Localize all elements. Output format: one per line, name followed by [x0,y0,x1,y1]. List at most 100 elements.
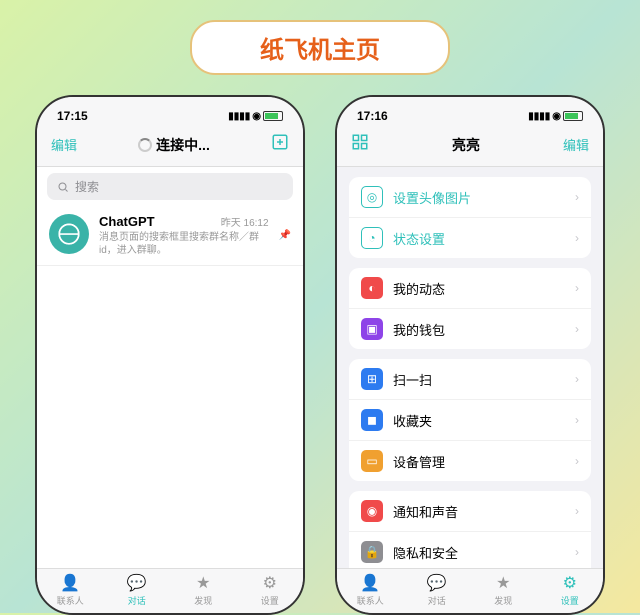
pin-icon: 📌 [279,230,291,241]
wifi-icon: ◉ [252,111,261,122]
contacts-icon: 👤 [60,573,80,593]
settings-row[interactable]: ◎ 设置头像图片 › [349,177,591,218]
tab-label: 发现 [494,594,512,607]
edit-button[interactable]: 编辑 [51,135,77,154]
tab-settings[interactable]: ⚙设置 [237,573,304,607]
settings-label: 扫一扫 [393,370,565,389]
compose-icon [271,133,289,151]
settings-row[interactable]: ◐ 我的动态 › [349,268,591,309]
settings-group: ◐ 我的动态 › ▣ 我的钱包 › [349,268,591,349]
chat-icon: 💬 [427,573,447,593]
tab-label: 设置 [261,594,279,607]
tab-bar: 👤联系人 💬对话 ★发现 ⚙设置 [337,568,603,613]
tab-contacts[interactable]: 👤联系人 [337,573,404,607]
settings-group: ◉通知和声音›🔒隐私和安全›≡数据和存储›◑外观› [349,491,591,568]
avatar [49,214,89,254]
camera-icon: ◎ [361,186,383,208]
settings-label: 状态设置 [393,229,565,248]
tab-chats[interactable]: 💬对话 [404,573,471,607]
phone-2: 17:16 ▮▮▮▮ ◉ 亮亮 编辑 ◎设置头像图片›◔状态设置›◐我的动态›▣… [335,95,605,615]
tab-discover[interactable]: ★发现 [470,573,537,607]
wifi-icon: ◉ [552,111,561,122]
chevron-right-icon: › [575,281,579,295]
settings-label: 我的钱包 [393,320,565,339]
status-icons: ▮▮▮▮ ◉ [228,111,283,122]
nav-bar: 亮亮 编辑 [337,127,603,167]
chat-row[interactable]: ChatGPT 昨天 16:12 消息页面的搜索框里搜索群名称／群 id，进入群… [37,206,303,266]
nav-title-text: 连接中... [156,135,210,155]
signal-icon: ▮▮▮▮ [228,111,250,122]
edit-button[interactable]: 编辑 [563,135,589,154]
page-title: 纸飞机主页 [190,20,450,75]
chevron-right-icon: › [575,413,579,427]
star-icon: ★ [196,573,210,593]
settings-row[interactable]: ◔ 状态设置 › [349,218,591,258]
chevron-right-icon: › [575,372,579,386]
settings-row[interactable]: ◼ 收藏夹 › [349,400,591,441]
tab-contacts[interactable]: 👤联系人 [37,573,104,607]
settings-label: 隐私和安全 [393,543,565,562]
phone-row: 17:15 ▮▮▮▮ ◉ 编辑 连接中... 搜索 ChatGP [30,95,610,615]
tab-label: 发现 [194,594,212,607]
chat-list[interactable]: ChatGPT 昨天 16:12 消息页面的搜索框里搜索群名称／群 id，进入群… [37,206,303,568]
chat-body: ChatGPT 昨天 16:12 消息页面的搜索框里搜索群名称／群 id，进入群… [99,214,269,257]
bookmark-icon: ◼ [361,409,383,431]
settings-group: ◎ 设置头像图片 › ◔ 状态设置 › [349,177,591,258]
settings-label: 通知和声音 [393,502,565,521]
chat-name: ChatGPT [99,214,155,229]
chevron-right-icon: › [575,322,579,336]
search-placeholder: 搜索 [75,178,99,195]
tab-discover[interactable]: ★发现 [170,573,237,607]
wallet-icon: ▣ [361,318,383,340]
bell-icon: ◉ [361,500,383,522]
nav-bar: 编辑 连接中... [37,127,303,167]
settings-label: 设备管理 [393,452,565,471]
settings-row[interactable]: ⊞扫一扫› [349,359,591,400]
device-icon: ▭ [361,450,383,472]
search-input[interactable]: 搜索 [47,173,293,200]
tab-label: 联系人 [57,594,84,607]
star-icon: ★ [496,573,510,593]
signal-icon: ▮▮▮▮ [528,111,550,122]
settings-row[interactable]: ▭ 设备管理 › [349,441,591,481]
chevron-right-icon: › [575,545,579,559]
chat-time: 昨天 16:12 [221,214,269,229]
settings-row[interactable]: ▣ 我的钱包 › [349,309,591,349]
tab-label: 联系人 [357,594,384,607]
tab-chats[interactable]: 💬对话 [104,573,171,607]
settings-group: ⊞扫一扫›◼收藏夹›▭设备管理› [349,359,591,481]
settings-list[interactable]: ◎设置头像图片›◔状态设置›◐我的动态›▣我的钱包›⊞扫一扫›◼收藏夹›▭设备管… [337,167,603,568]
clock: 17:16 [357,109,388,123]
gear-icon: ⚙ [563,573,577,593]
chevron-right-icon: › [575,190,579,204]
chat-snippet: 消息页面的搜索框里搜索群名称／群 id，进入群聊。 [99,231,269,257]
chevron-right-icon: › [575,504,579,518]
nav-title: 亮亮 [452,135,480,155]
status-icons: ▮▮▮▮ ◉ [528,111,583,122]
layout-icon [351,133,369,151]
battery-icon [563,111,583,121]
tab-label: 对话 [128,594,146,607]
spinner-icon [138,138,152,152]
settings-row[interactable]: 🔒隐私和安全› [349,532,591,568]
gear-icon: ⚙ [263,573,277,593]
status-bar: 17:16 ▮▮▮▮ ◉ [337,97,603,127]
clock: 17:15 [57,109,88,123]
tab-bar: 👤联系人 💬对话 ★发现 ⚙设置 [37,568,303,613]
tab-settings[interactable]: ⚙设置 [537,573,604,607]
chevron-right-icon: › [575,231,579,245]
layout-button[interactable] [351,133,369,156]
settings-label: 收藏夹 [393,411,565,430]
tab-label: 设置 [561,594,579,607]
chevron-right-icon: › [575,454,579,468]
settings-label: 我的动态 [393,279,565,298]
compose-button[interactable] [271,133,289,156]
settings-row[interactable]: ◉ 通知和声音 › [349,491,591,532]
chat-icon: 💬 [127,573,147,593]
clock-icon: ◐ [361,277,383,299]
settings-label: 设置头像图片 [393,188,565,207]
phone-1: 17:15 ▮▮▮▮ ◉ 编辑 连接中... 搜索 ChatGP [35,95,305,615]
status-icon: ◔ [361,227,383,249]
contacts-icon: 👤 [360,573,380,593]
chatgpt-icon [56,221,82,247]
